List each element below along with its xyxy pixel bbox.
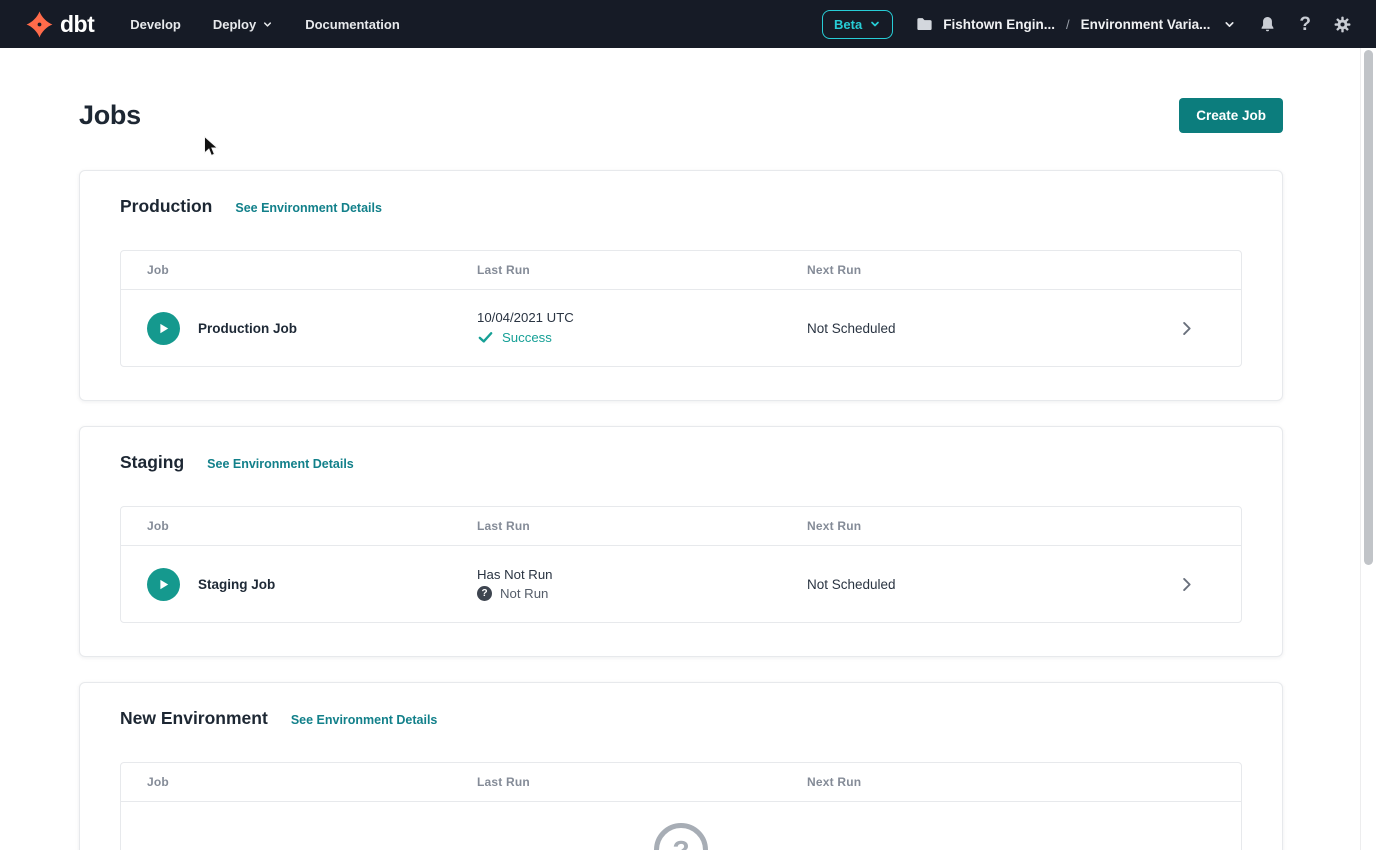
chevron-down-icon [869, 18, 881, 30]
column-header-job: Job [121, 775, 477, 789]
column-header-last-run: Last Run [477, 775, 807, 789]
last-run-status: ? Not Run [477, 586, 807, 601]
breadcrumb-separator: / [1066, 17, 1070, 32]
page-title: Jobs [79, 100, 141, 131]
last-run-status: Success [477, 329, 807, 346]
column-header-job: Job [121, 263, 477, 277]
beta-dropdown[interactable]: Beta [822, 10, 893, 39]
dbt-logo-icon [26, 11, 53, 38]
chevron-right-icon [1177, 319, 1196, 338]
row-chevron[interactable] [1177, 319, 1241, 338]
row-chevron[interactable] [1177, 575, 1241, 594]
job-row-production[interactable]: Production Job 10/04/2021 UTC Success No… [121, 290, 1241, 366]
status-label: Success [502, 330, 552, 345]
question-glyph: ? [672, 837, 689, 850]
next-run-cell: Not Scheduled [807, 577, 1177, 592]
environment-card-production: Production See Environment Details Job L… [79, 170, 1283, 401]
job-name: Production Job [198, 321, 297, 336]
nav-item-deploy-label: Deploy [213, 17, 256, 32]
job-cell: Staging Job [121, 568, 477, 601]
chevron-right-icon [1177, 575, 1196, 594]
last-run-date: Has Not Run [477, 567, 807, 582]
check-icon [477, 329, 494, 346]
breadcrumb-account[interactable]: Fishtown Engin... [943, 17, 1055, 32]
question-circle-icon: ? [477, 586, 492, 601]
column-header-last-run: Last Run [477, 263, 807, 277]
nav-item-documentation-label: Documentation [305, 17, 400, 32]
environment-card-staging: Staging See Environment Details Job Last… [79, 426, 1283, 657]
next-run-cell: Not Scheduled [807, 321, 1177, 336]
dbt-logo-text: dbt [60, 11, 94, 38]
beta-label: Beta [834, 17, 862, 32]
environment-name: Production [120, 196, 212, 217]
job-name: Staging Job [198, 577, 275, 592]
environment-header: Production See Environment Details [120, 196, 1242, 217]
settings-button[interactable] [1333, 15, 1352, 34]
column-header-job: Job [121, 519, 477, 533]
chevron-down-icon [262, 19, 273, 30]
question-circle-outline-icon: ? [654, 823, 708, 850]
breadcrumb-current[interactable]: Environment Varia... [1081, 17, 1211, 32]
status-label: Not Run [500, 586, 548, 601]
environment-header: New Environment See Environment Details [120, 708, 1242, 729]
table-header-row: Job Last Run Next Run [121, 251, 1241, 290]
see-environment-details-link[interactable]: See Environment Details [235, 201, 382, 215]
last-run-date: 10/04/2021 UTC [477, 310, 807, 325]
notifications-button[interactable] [1258, 15, 1277, 34]
see-environment-details-link[interactable]: See Environment Details [291, 713, 438, 727]
scrollbar-thumb[interactable] [1364, 50, 1373, 565]
environment-name: Staging [120, 452, 184, 473]
play-icon [156, 577, 171, 592]
nav-item-develop[interactable]: Develop [130, 17, 181, 32]
jobs-table: Job Last Run Next Run Production Job 10/… [120, 250, 1242, 367]
job-cell: Production Job [121, 312, 477, 345]
nav-left: dbt Develop Deploy Documentation [26, 11, 400, 38]
help-icon: ? [1299, 15, 1311, 34]
environment-name: New Environment [120, 708, 268, 729]
last-run-cell: Has Not Run ? Not Run [477, 567, 807, 601]
environment-header: Staging See Environment Details [120, 452, 1242, 473]
environment-card-new-environment: New Environment See Environment Details … [79, 682, 1283, 850]
page-header: Jobs Create Job [79, 98, 1283, 133]
main-menu: Develop Deploy Documentation [130, 17, 400, 32]
folder-icon [915, 15, 934, 34]
top-navigation: dbt Develop Deploy Documentation Beta [0, 0, 1376, 48]
last-run-cell: 10/04/2021 UTC Success [477, 310, 807, 346]
column-header-next-run: Next Run [807, 519, 1177, 533]
nav-item-develop-label: Develop [130, 17, 181, 32]
run-job-button[interactable] [147, 568, 180, 601]
jobs-table: Job Last Run Next Run Staging Job Has No… [120, 506, 1242, 623]
breadcrumb[interactable]: Fishtown Engin... / Environment Varia... [915, 15, 1236, 34]
chevron-down-icon [1223, 18, 1236, 31]
jobs-table: Job Last Run Next Run ? [120, 762, 1242, 850]
create-job-button[interactable]: Create Job [1179, 98, 1283, 133]
gear-icon [1333, 15, 1352, 34]
column-header-next-run: Next Run [807, 263, 1177, 277]
run-job-button[interactable] [147, 312, 180, 345]
scrollbar-track[interactable] [1360, 48, 1376, 850]
see-environment-details-link[interactable]: See Environment Details [207, 457, 354, 471]
job-row-staging[interactable]: Staging Job Has Not Run ? Not Run Not Sc… [121, 546, 1241, 622]
main-content: Jobs Create Job Production See Environme… [79, 48, 1283, 850]
bell-icon [1258, 15, 1277, 34]
table-header-row: Job Last Run Next Run [121, 763, 1241, 802]
nav-right: Beta Fishtown Engin... / Environment Var… [822, 10, 1352, 39]
empty-jobs-state: ? [121, 802, 1241, 850]
nav-item-deploy[interactable]: Deploy [213, 17, 273, 32]
column-header-last-run: Last Run [477, 519, 807, 533]
dbt-logo[interactable]: dbt [26, 11, 94, 38]
nav-item-documentation[interactable]: Documentation [305, 17, 400, 32]
play-icon [156, 321, 171, 336]
table-header-row: Job Last Run Next Run [121, 507, 1241, 546]
help-button[interactable]: ? [1299, 15, 1311, 34]
column-header-next-run: Next Run [807, 775, 1177, 789]
